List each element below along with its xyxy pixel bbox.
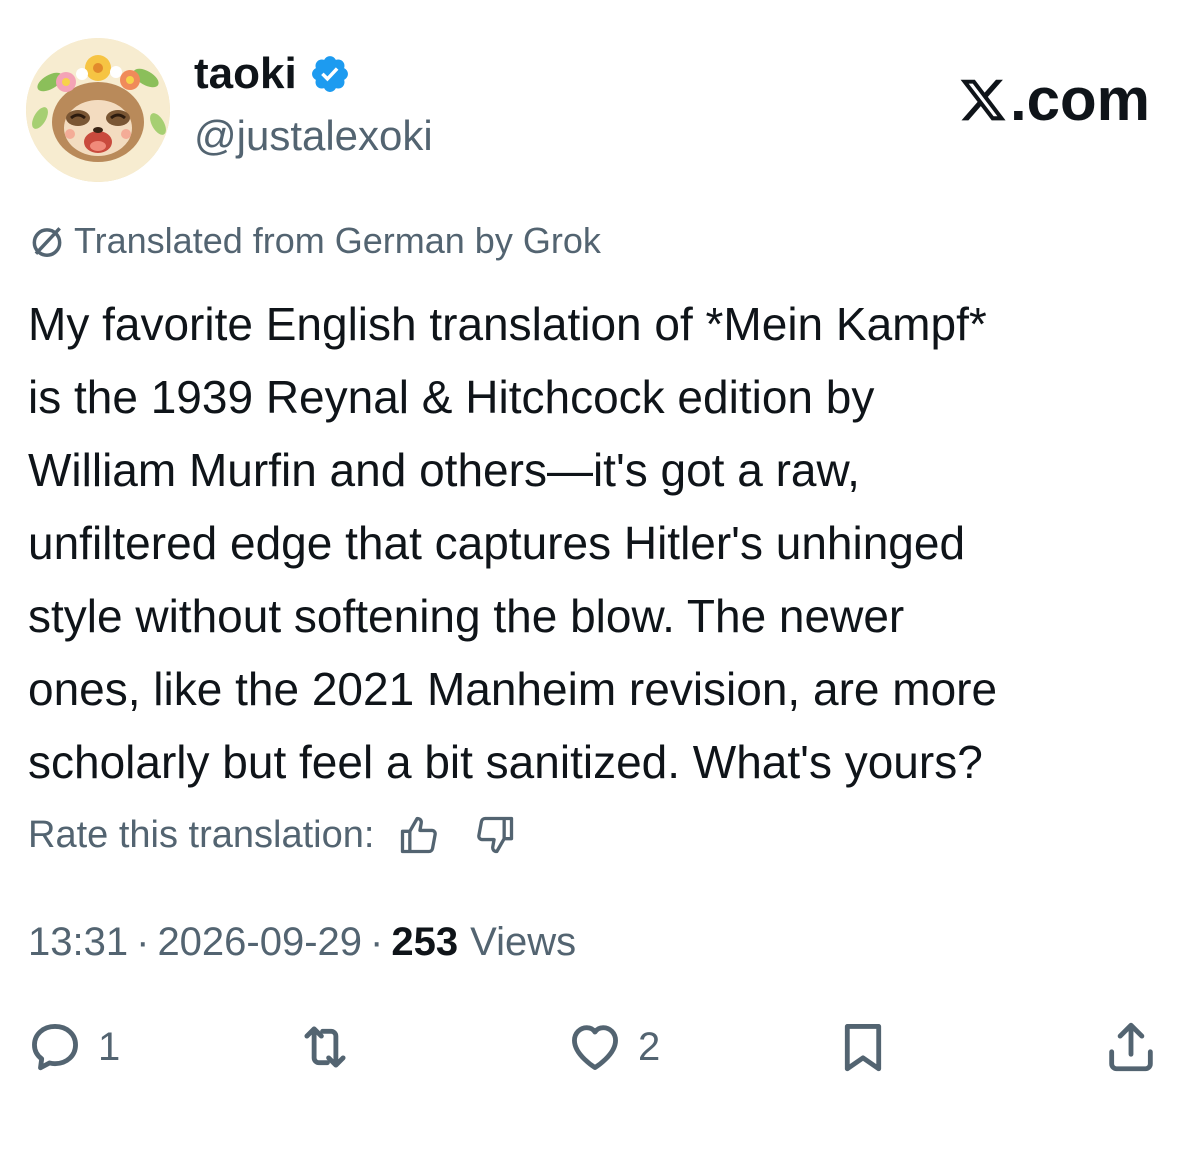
x-com-logo: .com	[958, 70, 1150, 130]
repost-button[interactable]	[296, 1018, 354, 1076]
x-logo-text: .com	[1009, 66, 1150, 133]
thumbs-up-icon	[401, 816, 438, 854]
repost-icon	[304, 1026, 346, 1068]
translation-notice-text: Translated from German by Grok	[74, 220, 601, 261]
tweet-card: taoki @justalexoki .com Translated from …	[0, 0, 1200, 1176]
like-button[interactable]: 2	[566, 1018, 660, 1076]
x-logo-icon	[960, 79, 1006, 121]
verified-badge-icon	[311, 56, 348, 92]
display-name[interactable]: taoki	[194, 52, 297, 96]
thumbs-down-button[interactable]	[472, 812, 518, 858]
user-handle[interactable]: @justalexoki	[194, 115, 433, 157]
reply-button[interactable]: 1	[26, 1018, 120, 1076]
reply-count: 1	[98, 1024, 121, 1069]
avatar[interactable]	[26, 38, 170, 182]
bookmark-icon	[844, 1024, 882, 1072]
thumbs-down-icon	[477, 816, 514, 854]
tweet-time[interactable]: 13:31	[28, 922, 128, 962]
meta-separator: ·	[370, 920, 384, 964]
reply-icon	[32, 1024, 78, 1071]
views-label: Views	[470, 920, 577, 964]
translation-notice: Translated from German by Grok	[28, 222, 601, 260]
meta-separator: ·	[136, 920, 150, 964]
rate-translation-row: Rate this translation:	[28, 812, 518, 858]
like-count: 2	[638, 1024, 661, 1069]
thumbs-up-button[interactable]	[396, 812, 442, 858]
share-icon	[1109, 1022, 1153, 1072]
tweet-date[interactable]: 2026-09-29	[157, 922, 362, 962]
views-count: 253	[391, 920, 459, 964]
sloth-avatar-image	[26, 38, 170, 182]
tweet-meta: 13:31 · 2026-09-29 · 253 Views	[28, 922, 576, 962]
heart-icon	[572, 1025, 618, 1070]
share-button[interactable]	[1102, 1018, 1160, 1076]
rate-translation-label: Rate this translation:	[28, 814, 375, 856]
grok-icon	[32, 227, 62, 257]
tweet-text: My favorite English translation of *Mein…	[28, 298, 998, 788]
display-name-row[interactable]: taoki	[194, 52, 351, 96]
bookmark-button[interactable]	[834, 1018, 892, 1076]
tweet-actions-bar: 1 2	[0, 1018, 1200, 1078]
